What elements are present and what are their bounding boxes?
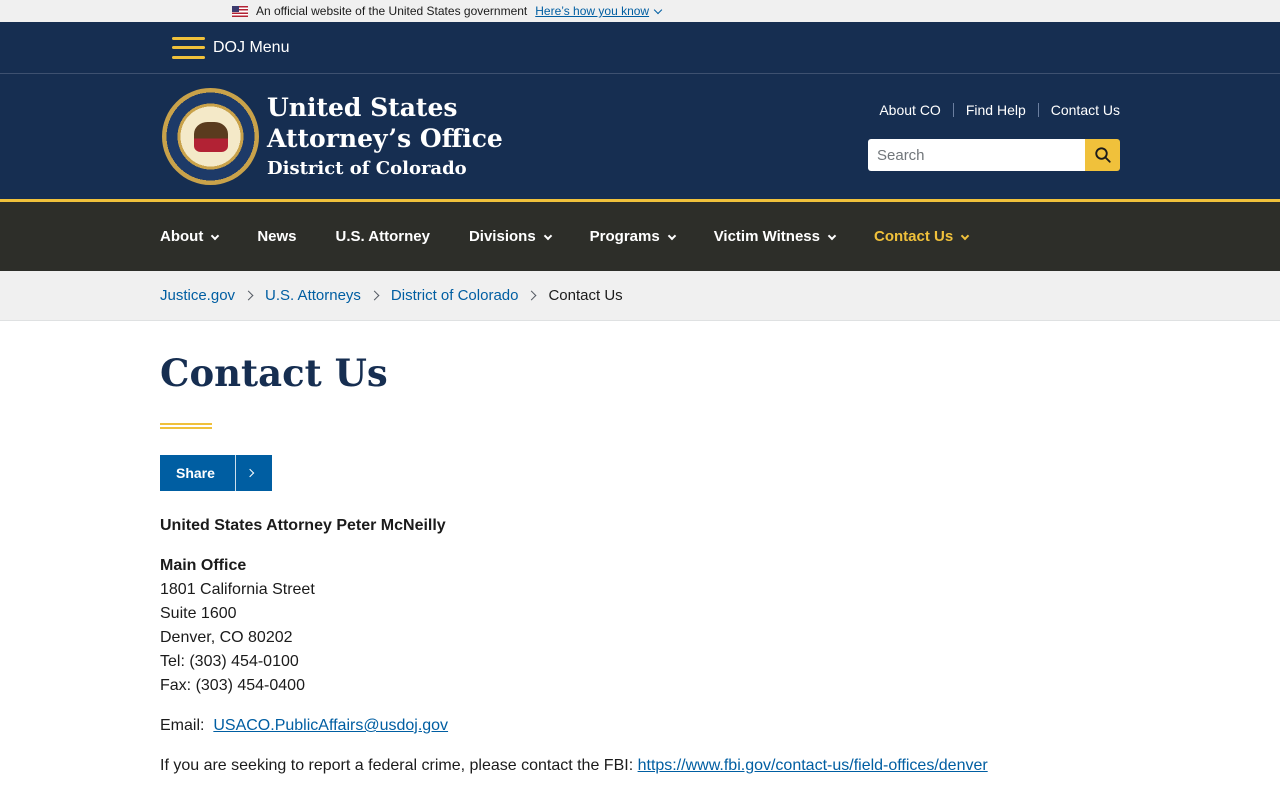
email-label: Email: (160, 717, 205, 734)
nav-item-news[interactable]: News (257, 228, 296, 245)
phone-line: Tel: (303) 454-0100 (160, 653, 299, 670)
divider (952, 103, 954, 117)
doj-seal-logo[interactable] (162, 88, 259, 185)
share-button[interactable]: Share (160, 455, 272, 491)
chevron-right-icon (243, 290, 254, 301)
main-content: Contact Us Share United States Attorney … (0, 351, 1280, 778)
office-title[interactable]: United States Attorney’s Office District… (267, 92, 503, 184)
chevron-down-icon (211, 231, 220, 240)
site-header: United States Attorney’s Office District… (0, 74, 1280, 199)
address-line: Denver, CO 80202 (160, 629, 293, 646)
chevron-right-icon (527, 290, 537, 301)
fbi-link[interactable]: https://www.fbi.gov/contact-us/field-off… (638, 757, 988, 774)
gov-banner-text: An official website of the United States… (256, 4, 528, 18)
breadcrumb-district-of-colorado[interactable]: District of Colorado (391, 287, 519, 304)
nav-item-programs[interactable]: Programs (590, 228, 676, 245)
attorney-name: United States Attorney Peter McNeilly (160, 517, 446, 534)
fbi-text: If you are seeking to report a federal c… (160, 757, 634, 774)
search-button[interactable] (1085, 139, 1120, 171)
nav-item-divisions[interactable]: Divisions (469, 228, 552, 245)
main-office-block: Main Office 1801 California Street Suite… (160, 554, 1280, 698)
fax-line: Fax: (303) 454-0400 (160, 677, 305, 694)
nav-item-contact-us[interactable]: Contact Us (874, 228, 970, 245)
breadcrumb-current: Contact Us (548, 287, 623, 304)
chevron-down-icon (667, 231, 676, 240)
utility-link-about-co[interactable]: About CO (879, 102, 940, 118)
email-line: Email: USACO.PublicAffairs@usdoj.gov (160, 714, 1280, 738)
address-line: 1801 California Street (160, 581, 315, 598)
chevron-down-icon (653, 5, 663, 15)
page-title: Contact Us (160, 351, 388, 395)
chevron-right-icon (369, 290, 380, 301)
breadcrumb: Justice.gov U.S. Attorneys District of C… (0, 271, 1280, 321)
top-bar: DOJ Menu (0, 22, 1280, 74)
divider (1037, 103, 1039, 117)
email-link[interactable]: USACO.PublicAffairs@usdoj.gov (213, 717, 448, 734)
breadcrumb-justice-gov[interactable]: Justice.gov (160, 287, 235, 304)
nav-item-us-attorney[interactable]: U.S. Attorney (336, 228, 430, 245)
chevron-down-icon (543, 231, 552, 240)
utility-link-find-help[interactable]: Find Help (966, 102, 1026, 118)
utility-nav: About CO Find Help Contact Us (879, 102, 1120, 118)
chevron-right-icon (245, 468, 255, 478)
search-form (868, 139, 1120, 171)
title-underline (160, 423, 212, 429)
us-flag-icon (232, 5, 248, 17)
utility-link-contact-us[interactable]: Contact Us (1051, 102, 1120, 118)
breadcrumb-us-attorneys[interactable]: U.S. Attorneys (265, 287, 361, 304)
office-label: Main Office (160, 557, 247, 574)
address-line: Suite 1600 (160, 605, 237, 622)
gov-banner: An official website of the United States… (0, 0, 1280, 22)
fbi-line: If you are seeking to report a federal c… (160, 754, 1280, 778)
hamburger-menu-icon[interactable] (172, 36, 205, 59)
main-nav: About News U.S. Attorney Divisions Progr… (0, 199, 1280, 271)
doj-menu-button[interactable]: DOJ Menu (213, 39, 289, 57)
search-input[interactable] (868, 139, 1085, 171)
search-icon (1094, 147, 1111, 163)
nav-item-about[interactable]: About (160, 228, 220, 245)
heres-how-you-know-link[interactable]: Here’s how you know (535, 4, 663, 18)
chevron-down-icon (960, 231, 970, 240)
nav-item-victim-witness[interactable]: Victim Witness (714, 228, 837, 245)
chevron-down-icon (827, 231, 837, 240)
